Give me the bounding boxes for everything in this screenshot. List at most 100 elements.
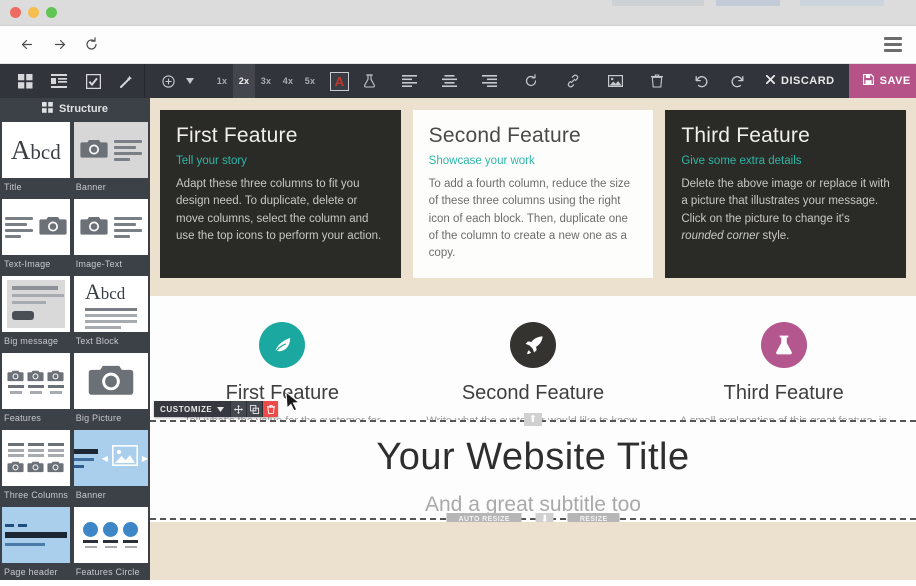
zoom-level-1x[interactable]: 1x [211,64,233,98]
trash-icon[interactable] [262,401,279,417]
window-title-bar [0,0,916,26]
zoom-level-3x[interactable]: 3x [255,64,277,98]
abcd-icon: Abcd [10,134,61,165]
block-thumbnail[interactable] [73,353,148,409]
chevron-down-icon[interactable] [183,64,197,98]
column-preview [7,443,24,473]
block-label: Text-Image [4,259,51,269]
block-label: Banner [75,490,106,500]
block-thumbnail[interactable] [2,430,70,486]
browser-nav-bar [0,26,916,64]
plus-circle-icon[interactable] [153,64,183,98]
align-right-icon[interactable] [474,64,504,98]
block-thumbnail[interactable]: ◀ ▶ [73,430,148,486]
text-lines-icon [113,139,142,161]
block-thumbnail[interactable] [73,199,148,255]
discard-button[interactable]: DISCARD [752,64,849,98]
flask-icon[interactable] [354,64,384,98]
forward-icon[interactable] [46,32,72,58]
block-thumbnail[interactable] [2,199,70,255]
customize-dropdown[interactable]: CUSTOMIZE [154,401,231,417]
customize-toolbar: CUSTOMIZE [154,401,279,417]
structure-sidebar: Structure Abcd Title Banner Text-Image I… [0,98,150,580]
rocket-icon [510,322,556,369]
magic-wand-icon[interactable] [110,64,144,98]
undo-icon[interactable] [686,64,716,98]
zoom-level-5x[interactable]: 5x [299,64,321,98]
chevron-down-icon [217,405,225,414]
close-x-icon [765,74,776,87]
block-thumbnail[interactable] [2,276,70,332]
link-icon[interactable] [558,64,588,98]
sidebar-block-features-circle[interactable]: Features Circle [72,505,150,580]
image-icon[interactable] [600,64,630,98]
discard-label: DISCARD [781,75,835,87]
window-maximize-button[interactable] [46,7,57,18]
window-minimize-button[interactable] [28,7,39,18]
app-window: 1x 2x 3x 4x 5x A DISCARD SAVE Structure … [0,0,916,586]
zoom-level-4x[interactable]: 4x [277,64,299,98]
sidebar-title: Structure [59,103,108,115]
block-thumbnail[interactable] [2,353,70,409]
chevron-right-icon: ▶ [141,453,148,463]
browser-tab-stub-2[interactable] [716,0,780,6]
camera-icon [27,369,44,394]
move-arrows-icon[interactable] [230,401,247,417]
sidebar-block-page-header[interactable]: Page header [0,505,72,580]
duplicate-icon[interactable] [246,401,263,417]
save-label: SAVE [879,75,911,87]
sidebar-block-features[interactable]: Features [0,351,72,428]
feature-body: To add a fourth column, reduce the size … [428,178,631,260]
sidebar-block-three-columns[interactable]: Three Columns [0,428,72,505]
website-header-section[interactable]: ⬆ Your Website Title And a great subtitl… [150,413,916,526]
sidebar-block-text-image[interactable]: Text-Image [0,197,72,274]
checkbox-icon[interactable] [76,64,110,98]
sidebar-header: Structure [0,98,150,120]
block-thumbnail[interactable] [2,507,70,563]
camera-icon [88,361,134,402]
column-preview [27,443,44,473]
arrow-up-icon[interactable]: ⬆ [524,413,542,426]
feature-card-1[interactable]: First Feature Tell your story Adapt thes… [160,110,401,279]
browser-tab-stub-1[interactable] [612,0,704,6]
sidebar-block-banner[interactable]: Banner [72,120,150,197]
feature-card-3[interactable]: Third Feature Give some extra details De… [665,110,907,279]
text-block-preview: Abcd [84,279,137,329]
save-button[interactable]: SAVE [848,64,916,98]
feature-title: First Feature [176,124,298,147]
sidebar-block-big-message[interactable]: Big message [0,274,72,351]
sidebar-block-title[interactable]: Abcd Title [0,120,72,197]
mouse-cursor [285,390,301,418]
sidebar-block-text-block[interactable]: Abcd Text Block [72,274,150,351]
sidebar-block-banner-2[interactable]: ◀ ▶ Banner [72,428,150,505]
indent-list-icon[interactable] [42,64,76,98]
feature-body: Delete the above image or replace it wit… [681,176,890,245]
grid-icon[interactable] [8,64,42,98]
sidebar-block-big-picture[interactable]: Big Picture [72,351,150,428]
align-center-icon[interactable] [434,64,464,98]
align-left-icon[interactable] [394,64,424,98]
block-label: Image-Text [75,259,123,269]
column-preview [47,443,64,473]
text-lines-icon [113,216,142,238]
zoom-level-2x[interactable]: 2x [233,64,255,98]
block-thumbnail[interactable] [73,122,148,178]
redo-icon[interactable] [722,64,752,98]
block-label: Banner [75,182,106,192]
hamburger-menu-icon[interactable] [884,37,902,52]
refresh-icon[interactable] [516,64,546,98]
feature-body-tail: style. [759,229,790,242]
sidebar-block-image-text[interactable]: Image-Text [72,197,150,274]
block-thumbnail[interactable]: Abcd [2,122,70,178]
window-close-button[interactable] [10,7,21,18]
block-thumbnail[interactable]: Abcd [73,276,148,332]
reload-icon[interactable] [78,32,104,58]
block-label: Big Picture [75,413,122,423]
block-thumbnail[interactable] [73,507,148,563]
banner-text-preview [73,448,98,468]
back-icon[interactable] [14,32,40,58]
trash-icon[interactable] [642,64,672,98]
browser-tab-stub-3[interactable] [800,0,884,6]
feature-card-2[interactable]: Second Feature Showcase your work To add… [412,110,654,279]
font-color-icon[interactable]: A [330,71,349,91]
